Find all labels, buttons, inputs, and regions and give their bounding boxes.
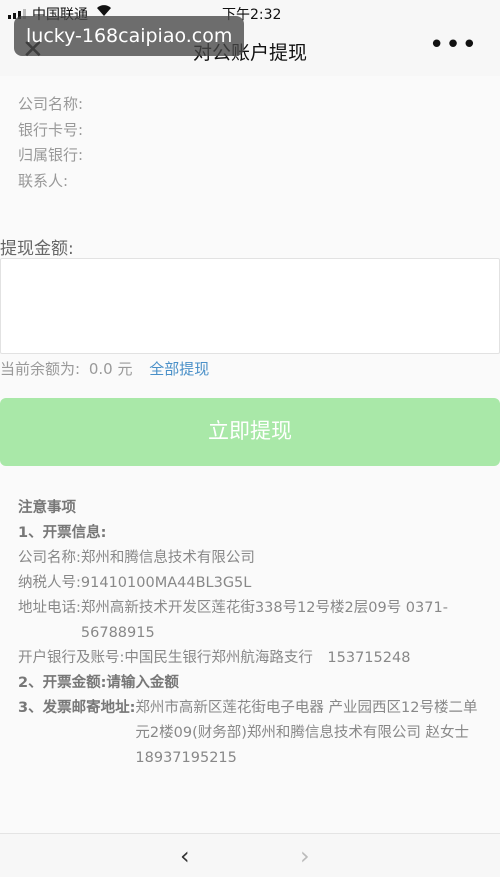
- note-bank: 开户银行及账号: 中国民生银行郑州航海路支行 153715248: [18, 646, 488, 671]
- note-company: 公司名称: 郑州和腾信息技术有限公司: [18, 546, 488, 571]
- note-address-key: 地址电话:: [18, 600, 81, 616]
- balance-unit: 元: [117, 360, 133, 378]
- submit-withdraw-button[interactable]: 立即提现: [0, 398, 500, 466]
- note-address-value: 郑州高新技术开发区莲花街338号12号楼2层09号 0371-56788915: [80, 600, 448, 641]
- invoice-info-heading: 1、开票信息:: [18, 525, 107, 541]
- note-tax-key: 纳税人号:: [18, 575, 81, 591]
- main-content: 公司名称: 银行卡号: 归属银行: 联系人: 提现金额: 当前余额为: 0.0 …: [0, 76, 500, 833]
- note-tax-value: 91410100MA44BL3G5L: [80, 575, 252, 591]
- withdraw-all-link[interactable]: 全部提现: [149, 360, 209, 378]
- note-amount-key: 2、开票金额:: [18, 675, 107, 691]
- note-mail-value: 郑州市高新区莲花街电子电器 产业园西区12号楼二单元2楼09(财务部)郑州和腾信…: [135, 700, 478, 766]
- note-bank-value: 中国民生银行郑州航海路支行 153715248: [124, 650, 411, 666]
- note-mail: 3、发票邮寄地址: 郑州市高新区莲花街电子电器 产业园西区12号楼二单元2楼09…: [18, 696, 488, 771]
- notes-title: 注意事项: [18, 500, 76, 516]
- amount-input[interactable]: [0, 258, 500, 354]
- account-info: 公司名称: 银行卡号: 归属银行: 联系人:: [18, 92, 83, 194]
- card-number-label: 银行卡号:: [18, 120, 84, 139]
- balance-label: 当前余额为:: [0, 360, 81, 378]
- forward-icon[interactable]: ›: [300, 842, 310, 870]
- note-address: 地址电话: 郑州高新技术开发区莲花街338号12号楼2层09号 0371-567…: [18, 596, 488, 646]
- balance-value: 0.0: [88, 360, 113, 378]
- bank-label: 归属银行:: [18, 146, 84, 164]
- more-icon[interactable]: •••: [429, 30, 478, 60]
- contact-label: 联系人:: [18, 171, 69, 190]
- note-amount: 2、开票金额: 请输入金额: [18, 671, 488, 696]
- note-tax: 纳税人号: 91410100MA44BL3G5L: [18, 571, 488, 596]
- note-bank-key: 开户银行及账号:: [18, 650, 125, 666]
- note-company-key: 公司名称:: [18, 550, 81, 566]
- note-amount-value: 请输入金额: [106, 675, 179, 691]
- note-company-value: 郑州和腾信息技术有限公司: [80, 550, 255, 566]
- amount-label: 提现金额:: [0, 239, 74, 259]
- bottom-bar: ‹ ›: [0, 833, 500, 877]
- notes-section: 注意事项 1、开票信息: 公司名称: 郑州和腾信息技术有限公司 纳税人号: 91…: [18, 496, 488, 771]
- watermark: lucky-168caipiao.com: [14, 16, 245, 56]
- back-icon[interactable]: ‹: [180, 842, 190, 870]
- note-mail-key: 3、发票邮寄地址:: [18, 700, 136, 716]
- company-name-label: 公司名称:: [18, 95, 84, 113]
- balance-row: 当前余额为: 0.0 元 全部提现: [0, 358, 209, 379]
